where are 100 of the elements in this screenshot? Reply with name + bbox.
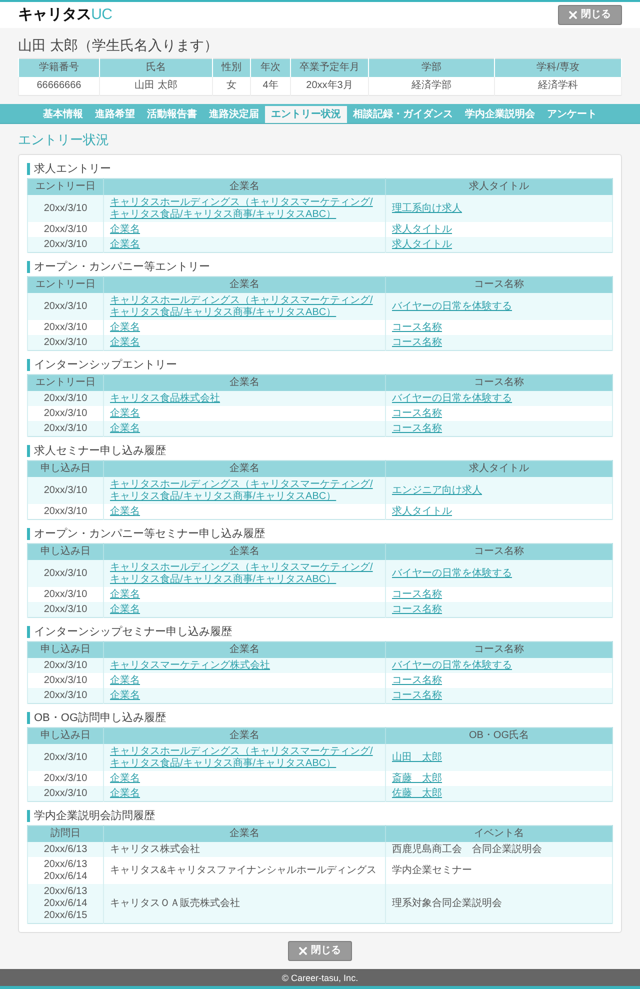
column-header: OB・OG氏名 xyxy=(386,728,612,744)
column-header: コース名称 xyxy=(386,642,612,658)
column-header: 求人タイトル xyxy=(386,460,612,477)
column-header: 企業名 xyxy=(104,826,386,842)
section-heading: OB・OG訪問申し込み履歴 xyxy=(27,712,613,724)
company-link[interactable]: 企業名 xyxy=(110,675,379,687)
column-header: 学科/専攻 xyxy=(494,58,622,77)
company-link[interactable]: 企業名 xyxy=(110,604,379,616)
detail-link[interactable]: 斎藤 太郎 xyxy=(392,773,606,785)
company-link[interactable]: キャリタスホールディングス（キャリタスマーケティング/キャリタス食品/キャリタス商事/キャリタスABC） xyxy=(110,562,379,586)
table-cell: 20xx/3/10 xyxy=(28,335,104,350)
column-header: 訪問日 xyxy=(28,826,104,842)
table-cell: 経済学科 xyxy=(494,77,622,96)
column-header: 申し込み日 xyxy=(28,460,104,477)
close-icon xyxy=(299,947,307,955)
detail-link[interactable]: エンジニア向け求人 xyxy=(392,485,606,497)
column-header: 企業名 xyxy=(104,544,386,560)
detail-link[interactable]: コース名称 xyxy=(392,408,606,420)
column-header: 性別 xyxy=(212,58,250,77)
section-heading: インターンシップセミナー申し込み履歴 xyxy=(27,626,613,638)
detail-link[interactable]: 佐藤 太郎 xyxy=(392,788,606,800)
close-button[interactable]: 閉じる xyxy=(558,5,622,25)
table-cell: 20xx/3/10 xyxy=(28,786,104,802)
detail-link[interactable]: バイヤーの日常を体験する xyxy=(392,660,606,672)
nav-tab[interactable]: 活動報告書 xyxy=(141,106,203,123)
copyright-text: © Career-tasu, Inc. xyxy=(282,972,358,982)
company-link[interactable]: 企業名 xyxy=(110,788,379,800)
detail-link[interactable]: コース名称 xyxy=(392,337,606,349)
table-cell: キャリタスＯＡ販売株式会社 xyxy=(104,884,386,924)
table-cell: 66666666 xyxy=(18,77,100,96)
company-link[interactable]: 企業名 xyxy=(110,423,379,435)
detail-link[interactable]: コース名称 xyxy=(392,690,606,702)
detail-link[interactable]: 求人タイトル xyxy=(392,506,606,518)
section-heading: 求人エントリー xyxy=(27,163,613,175)
column-header: コース名称 xyxy=(386,276,612,293)
column-header: コース名称 xyxy=(386,374,612,391)
column-header: 企業名 xyxy=(104,276,386,293)
company-link[interactable]: キャリタスホールディングス（キャリタスマーケティング/キャリタス食品/キャリタス商事/キャリタスABC） xyxy=(110,295,379,319)
detail-link[interactable]: バイヤーの日常を体験する xyxy=(392,301,606,313)
column-header: 学籍番号 xyxy=(18,58,100,77)
table-cell: 20xx/3/10 xyxy=(28,504,104,520)
company-link[interactable]: 企業名 xyxy=(110,224,379,236)
nav-tab[interactable]: アンケート xyxy=(541,106,603,123)
table-cell: 女 xyxy=(212,77,250,96)
detail-link[interactable]: 求人タイトル xyxy=(392,239,606,251)
detail-link[interactable]: バイヤーの日常を体験する xyxy=(392,393,606,405)
table-cell: 理系対象合同企業説明会 xyxy=(386,884,612,924)
column-header: 求人タイトル xyxy=(386,178,612,195)
detail-link[interactable]: コース名称 xyxy=(392,604,606,616)
detail-link[interactable]: コース名称 xyxy=(392,423,606,435)
table-cell: 経済学部 xyxy=(368,77,494,96)
detail-link[interactable]: 理工系向け求人 xyxy=(392,203,606,215)
detail-link[interactable]: バイヤーの日常を体験する xyxy=(392,568,606,580)
company-link[interactable]: 企業名 xyxy=(110,690,379,702)
section-heading: 求人セミナー申し込み履歴 xyxy=(27,445,613,457)
company-link[interactable]: 企業名 xyxy=(110,337,379,349)
company-link[interactable]: 企業名 xyxy=(110,773,379,785)
section-heading: オープン・カンパニー等セミナー申し込み履歴 xyxy=(27,528,613,540)
company-link[interactable]: キャリタスマーケティング株式会社 xyxy=(110,660,379,672)
column-header: イベント名 xyxy=(386,826,612,842)
company-link[interactable]: キャリタスホールディングス（キャリタスマーケティング/キャリタス食品/キャリタス商事/キャリタスABC） xyxy=(110,197,379,221)
company-link[interactable]: キャリタスホールディングス（キャリタスマーケティング/キャリタス食品/キャリタス商事/キャリタスABC） xyxy=(110,479,379,503)
detail-link[interactable]: コース名称 xyxy=(392,589,606,601)
nav-tab[interactable]: 基本情報 xyxy=(37,106,89,123)
close-button[interactable]: 閉じる xyxy=(288,941,352,961)
column-header: 学部 xyxy=(368,58,494,77)
column-header: 企業名 xyxy=(104,728,386,744)
company-link[interactable]: 企業名 xyxy=(110,589,379,601)
column-header: 申し込み日 xyxy=(28,642,104,658)
nav-tab[interactable]: エントリー状況 xyxy=(265,106,347,123)
nav-tab[interactable]: 進路決定届 xyxy=(203,106,265,123)
table-cell: 20xx/3/10 xyxy=(28,421,104,436)
close-icon xyxy=(569,11,577,19)
section-heading: 学内企業説明会訪問履歴 xyxy=(27,810,613,822)
column-header: 企業名 xyxy=(104,374,386,391)
column-header: 卒業予定年月 xyxy=(290,58,368,77)
column-header: 申し込み日 xyxy=(28,728,104,744)
company-link[interactable]: キャリタス食品株式会社 xyxy=(110,393,379,405)
detail-link[interactable]: 求人タイトル xyxy=(392,224,606,236)
table-cell: 4年 xyxy=(250,77,290,96)
company-link[interactable]: 企業名 xyxy=(110,322,379,334)
page-title: エントリー状況 xyxy=(18,132,110,148)
table-cell: 20xx/3/10 xyxy=(28,688,104,704)
company-link[interactable]: キャリタスホールディングス（キャリタスマーケティング/キャリタス食品/キャリタス商事/キャリタスABC） xyxy=(110,746,379,770)
detail-link[interactable]: コース名称 xyxy=(392,322,606,334)
section-heading: インターンシップエントリー xyxy=(27,359,613,371)
section-heading: オープン・カンパニー等エントリー xyxy=(27,261,613,273)
detail-link[interactable]: 山田 太郎 xyxy=(392,752,606,764)
nav-tab[interactable]: 相談記録・ガイダンス xyxy=(347,106,459,123)
table-cell: 山田 太郎 xyxy=(100,77,212,96)
detail-link[interactable]: コース名称 xyxy=(392,675,606,687)
column-header: エントリー日 xyxy=(28,374,104,391)
company-link[interactable]: 企業名 xyxy=(110,408,379,420)
column-header: 氏名 xyxy=(100,58,212,77)
company-link[interactable]: 企業名 xyxy=(110,239,379,251)
table-cell: 20xx/3/10 xyxy=(28,602,104,618)
nav-tab[interactable]: 学内企業説明会 xyxy=(459,106,541,123)
column-header: 企業名 xyxy=(104,460,386,477)
company-link[interactable]: 企業名 xyxy=(110,506,379,518)
nav-tab[interactable]: 進路希望 xyxy=(89,106,141,123)
